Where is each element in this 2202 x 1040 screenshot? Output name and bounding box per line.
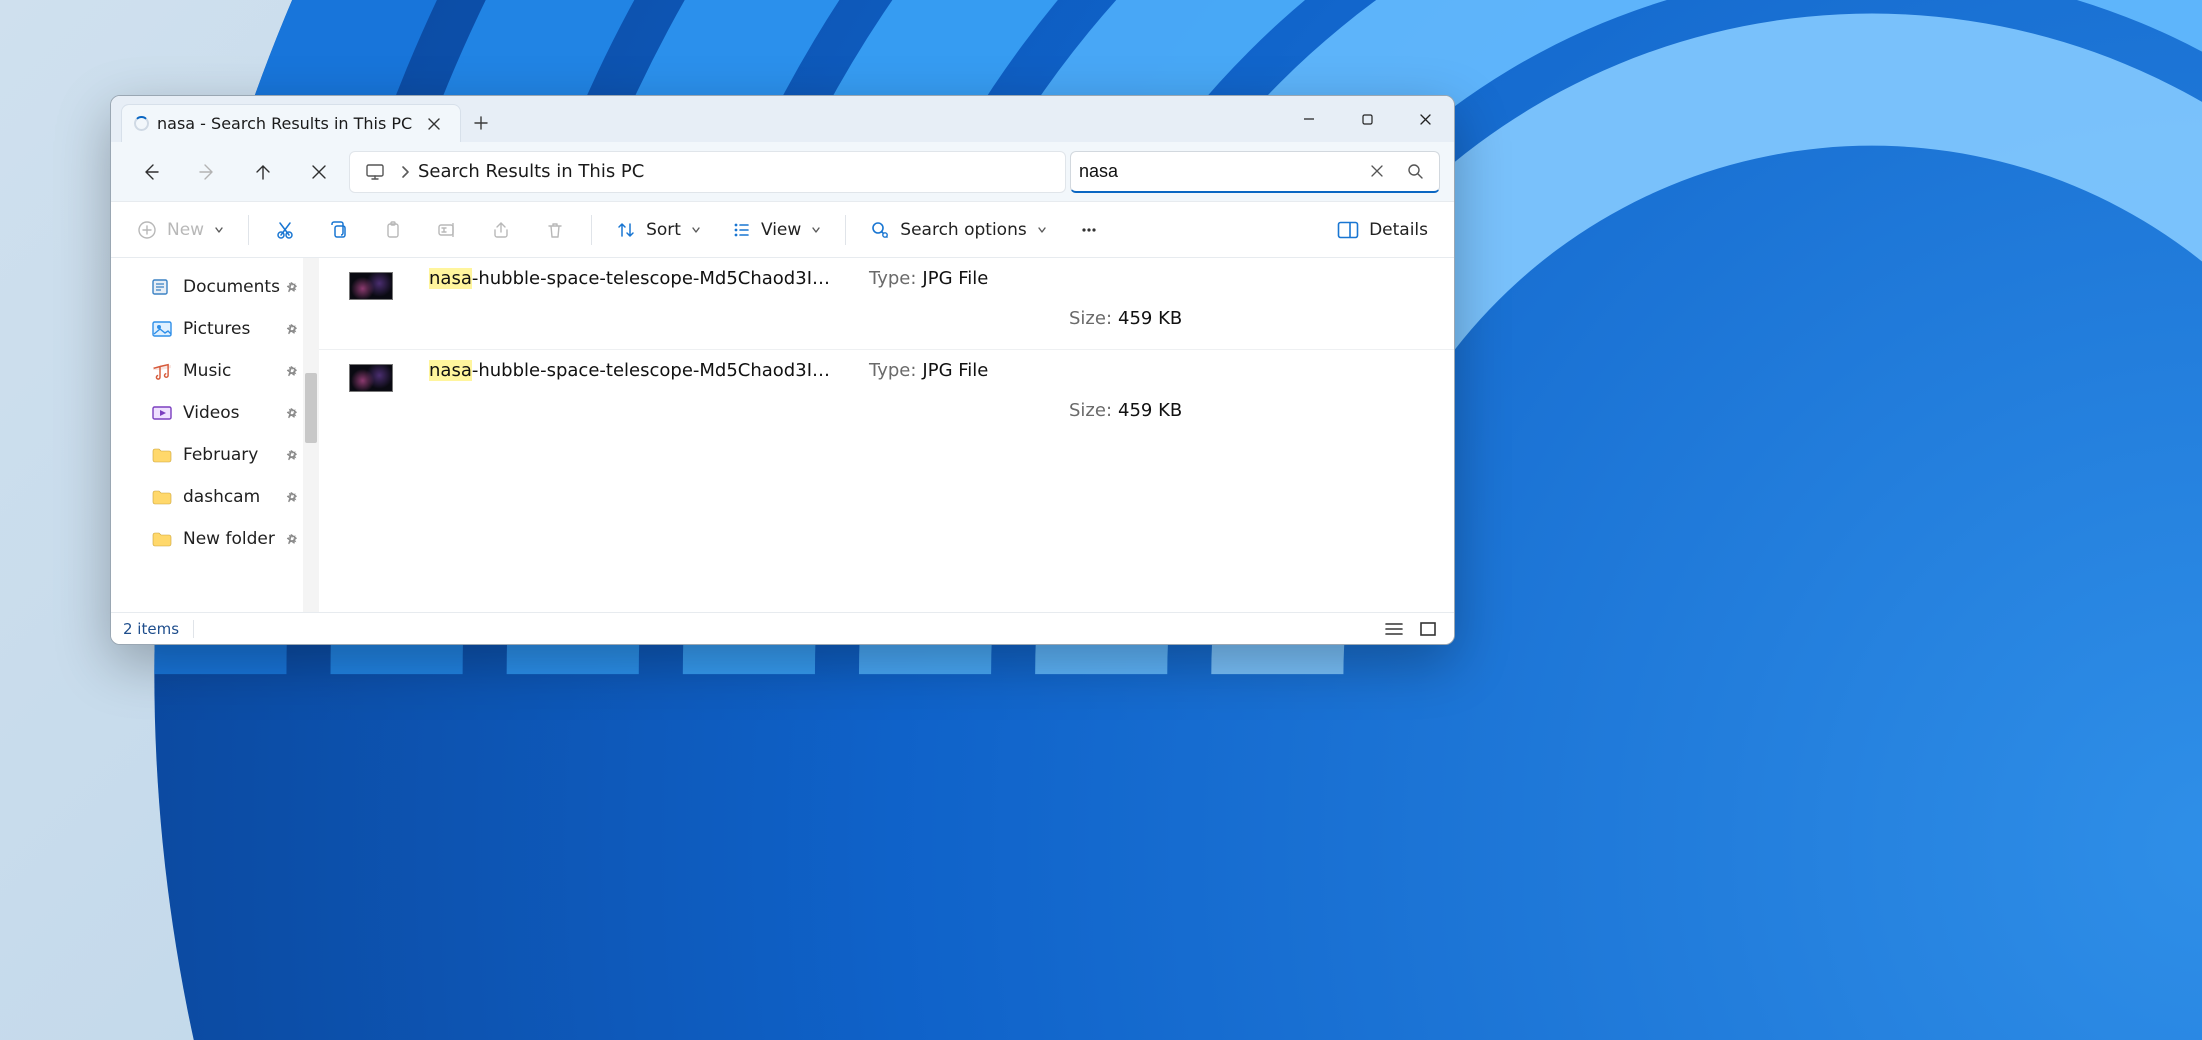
- paste-button[interactable]: [369, 210, 417, 250]
- share-button[interactable]: [477, 210, 525, 250]
- close-window-button[interactable]: [1396, 96, 1454, 142]
- sidebar-item-new-folder[interactable]: New folder: [121, 518, 317, 560]
- search-options-label: Search options: [900, 220, 1026, 240]
- view-button[interactable]: View: [719, 210, 833, 250]
- file-size: Size:459 KB: [1069, 400, 1269, 421]
- file-thumbnail: [349, 272, 393, 300]
- file-type: Type:JPG File: [869, 360, 1049, 381]
- separator: [591, 215, 592, 245]
- cut-button[interactable]: [261, 210, 309, 250]
- content-area[interactable]: nasa-hubble-space-telescope-Md5Chaod3I… …: [319, 258, 1454, 612]
- rename-button[interactable]: [423, 210, 471, 250]
- separator: [193, 620, 194, 638]
- chevron-right-icon[interactable]: [400, 165, 410, 179]
- separator: [248, 215, 249, 245]
- delete-button[interactable]: [531, 210, 579, 250]
- file-thumbnail: [349, 364, 393, 392]
- close-search-button[interactable]: [293, 150, 345, 194]
- search-result-row[interactable]: nasa-hubble-space-telescope-Md5Chaod3I… …: [319, 350, 1454, 441]
- new-label: New: [167, 220, 204, 240]
- pin-icon: [285, 490, 299, 504]
- sidebar-item-february[interactable]: February: [121, 434, 317, 476]
- pin-icon: [285, 406, 299, 420]
- details-pane-button[interactable]: Details: [1325, 210, 1440, 250]
- separator: [845, 215, 846, 245]
- navigation-pane: Documents Pictures Music Videos February dash…: [111, 258, 319, 612]
- sidebar-item-label: Music: [183, 361, 231, 381]
- sort-label: Sort: [646, 220, 681, 240]
- body: Documents Pictures Music Videos February dash…: [111, 258, 1454, 612]
- thumbnails-view-toggle[interactable]: [1414, 618, 1442, 640]
- sidebar-scrollbar-thumb[interactable]: [305, 373, 317, 443]
- search-box[interactable]: [1070, 151, 1440, 193]
- tab-close-button[interactable]: [420, 110, 448, 138]
- sidebar-scrollbar-track[interactable]: [303, 258, 319, 612]
- tab-label: nasa - Search Results in This PC: [157, 114, 412, 133]
- pin-icon: [285, 532, 299, 546]
- sidebar-item-videos[interactable]: Videos: [121, 392, 317, 434]
- address-bar[interactable]: Search Results in This PC: [349, 151, 1066, 193]
- breadcrumb[interactable]: Search Results in This PC: [418, 161, 644, 182]
- pin-icon: [285, 322, 299, 336]
- pin-icon: [285, 448, 299, 462]
- sidebar-item-music[interactable]: Music: [121, 350, 317, 392]
- more-button[interactable]: [1065, 210, 1113, 250]
- file-size: Size:459 KB: [1069, 308, 1269, 329]
- maximize-button[interactable]: [1338, 96, 1396, 142]
- search-icon[interactable]: [1399, 155, 1431, 187]
- back-button[interactable]: [125, 150, 177, 194]
- clear-search-button[interactable]: [1361, 155, 1393, 187]
- item-count: 2 items: [123, 620, 179, 638]
- file-type: Type:JPG File: [869, 268, 1049, 289]
- pin-icon: [285, 364, 299, 378]
- up-button[interactable]: [237, 150, 289, 194]
- sort-button[interactable]: Sort: [604, 210, 713, 250]
- navigation-bar: Search Results in This PC: [111, 142, 1454, 202]
- file-explorer-window: nasa - Search Results in This PC: [110, 95, 1455, 645]
- this-pc-icon: [358, 161, 392, 183]
- sidebar-item-documents[interactable]: Documents: [121, 266, 317, 308]
- loading-spinner-icon: [134, 116, 149, 131]
- command-bar: New Sort View: [111, 202, 1454, 258]
- new-tab-button[interactable]: [461, 104, 501, 142]
- sidebar-item-label: February: [183, 445, 258, 465]
- minimize-button[interactable]: [1280, 96, 1338, 142]
- search-result-row[interactable]: nasa-hubble-space-telescope-Md5Chaod3I… …: [319, 258, 1454, 350]
- file-name: nasa-hubble-space-telescope-Md5Chaod3I…: [429, 360, 849, 381]
- sidebar-item-label: Pictures: [183, 319, 250, 339]
- tab-active[interactable]: nasa - Search Results in This PC: [121, 104, 461, 142]
- sidebar-item-label: New folder: [183, 529, 275, 549]
- sidebar-item-label: Documents: [183, 277, 280, 297]
- status-bar: 2 items: [111, 612, 1454, 644]
- details-label: Details: [1369, 220, 1428, 240]
- search-input[interactable]: [1079, 161, 1355, 182]
- sidebar-item-label: dashcam: [183, 487, 260, 507]
- forward-button[interactable]: [181, 150, 233, 194]
- details-view-toggle[interactable]: [1380, 618, 1408, 640]
- sidebar-item-pictures[interactable]: Pictures: [121, 308, 317, 350]
- sidebar-item-dashcam[interactable]: dashcam: [121, 476, 317, 518]
- titlebar: nasa - Search Results in This PC: [111, 96, 1454, 142]
- new-button[interactable]: New: [125, 210, 236, 250]
- file-name: nasa-hubble-space-telescope-Md5Chaod3I…: [429, 268, 849, 289]
- search-options-button[interactable]: Search options: [858, 210, 1058, 250]
- sidebar-item-label: Videos: [183, 403, 240, 423]
- copy-button[interactable]: [315, 210, 363, 250]
- pin-icon: [285, 280, 299, 294]
- view-label: View: [761, 220, 801, 240]
- window-controls: [1280, 96, 1454, 142]
